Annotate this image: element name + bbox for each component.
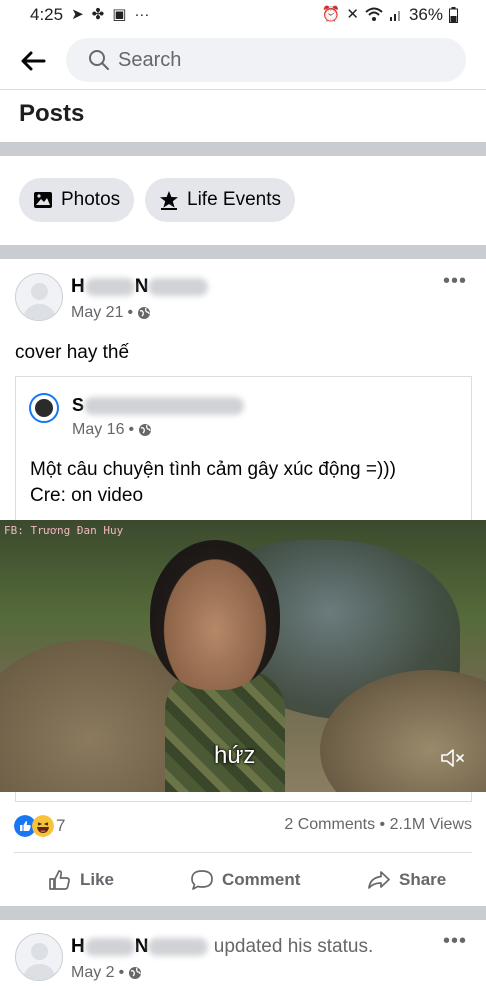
shared-post-text: Một câu chuyện tình cảm gây xúc động =))… <box>30 457 396 509</box>
post-meta: May 21 • <box>71 304 151 322</box>
shared-text-line: Một câu chuyện tình cảm gây xúc động =))… <box>30 459 396 480</box>
meta-separator: • <box>128 421 135 438</box>
section-divider <box>0 906 486 920</box>
wifi-icon <box>365 7 383 21</box>
comment-label: Comment <box>222 870 301 889</box>
next-post-date[interactable]: May 2 <box>71 964 115 982</box>
search-header: Search <box>0 34 486 88</box>
star-flag-icon <box>160 191 178 210</box>
reactions-bar: 7 2 Comments • 2.1M Views <box>0 812 486 842</box>
search-input[interactable]: Search <box>66 38 466 82</box>
alarm-icon: ⏰ <box>321 6 341 23</box>
signal-icon <box>389 11 400 21</box>
shared-page-name[interactable]: S <box>72 395 245 416</box>
post-more-options-icon[interactable]: ••• <box>443 930 467 953</box>
redacted-name <box>84 397 245 416</box>
header-divider <box>0 89 486 90</box>
post-filters: Photos Life Events <box>0 178 486 224</box>
redacted-name <box>84 937 135 956</box>
comment-bubble-icon <box>191 870 213 890</box>
search-placeholder: Search <box>118 49 182 71</box>
globe-icon <box>138 307 151 319</box>
filter-photos-label: Photos <box>61 189 121 210</box>
status-update-text: updated his status. <box>213 936 374 957</box>
post-caption: cover hay thế <box>15 342 130 363</box>
globe-icon <box>139 424 152 436</box>
next-post-header[interactable]: HN updated his status. <box>71 936 373 958</box>
like-label: Like <box>80 870 115 889</box>
avatar[interactable] <box>15 933 63 981</box>
battery-icon <box>449 7 458 23</box>
share-label: Share <box>399 870 447 889</box>
video-subtitle: hứz <box>214 742 256 769</box>
redacted-name <box>148 937 209 956</box>
engagement-stats: 2 Comments • 2.1M Views <box>284 816 472 834</box>
shared-post-meta: May 16 • <box>72 421 152 439</box>
avatar[interactable] <box>15 273 63 321</box>
post-more-options-icon[interactable]: ••• <box>443 270 467 293</box>
haha-reaction-icon[interactable] <box>32 815 54 837</box>
views-count: 2.1M Views <box>389 816 472 833</box>
video-frame-figure <box>150 540 280 690</box>
shared-post-date[interactable]: May 16 <box>72 421 124 439</box>
actions-divider <box>14 852 472 853</box>
section-divider <box>0 142 486 156</box>
page-avatar[interactable] <box>29 393 59 423</box>
search-icon <box>89 50 109 70</box>
video-player[interactable]: FB: Trương Đan Huy hứz <box>0 520 486 792</box>
telegram-icon: ➤ <box>71 6 84 23</box>
thumbs-up-icon <box>49 870 70 890</box>
share-arrow-icon <box>368 871 390 889</box>
stats-separator: • <box>379 816 386 833</box>
battery-percent: 36% <box>408 5 443 24</box>
redacted-name <box>148 277 209 296</box>
meta-separator: • <box>127 304 134 321</box>
reaction-count[interactable]: 7 <box>56 816 65 836</box>
photos-icon <box>34 192 52 208</box>
back-arrow-icon[interactable] <box>18 46 48 76</box>
more-notifications-icon: ··· <box>134 6 150 23</box>
post-actions: Like Comment Share <box>0 860 486 900</box>
globe-icon <box>129 967 142 979</box>
post-date[interactable]: May 21 <box>71 304 123 322</box>
like-button[interactable]: Like <box>48 868 114 892</box>
section-divider <box>0 245 486 259</box>
next-post-meta: May 2 • <box>71 964 142 982</box>
filter-life-events-button[interactable]: Life Events <box>145 178 295 222</box>
next-post-card: HN updated his status. May 2 • ••• <box>0 920 486 1000</box>
shared-text-line: Cre: on video <box>30 485 144 506</box>
meta-separator: • <box>118 964 125 981</box>
share-button[interactable]: Share <box>367 868 446 892</box>
post-author-name[interactable]: HN <box>71 276 209 298</box>
video-watermark: FB: Trương Đan Huy <box>4 524 124 537</box>
filter-life-events-label: Life Events <box>187 189 281 210</box>
clock: 4:25 <box>30 5 64 24</box>
page-title: Posts <box>19 100 85 127</box>
comments-count[interactable]: 2 Comments <box>284 816 375 833</box>
gallery-icon: ▣ <box>112 6 127 23</box>
mute-icon: ✕ <box>346 6 359 23</box>
filter-photos-button[interactable]: Photos <box>19 178 135 222</box>
app-notification-icon: ✤ <box>91 6 105 23</box>
comment-button[interactable]: Comment <box>190 868 300 892</box>
status-bar: 4:25 ➤ ✤ ▣ ··· ⏰ ✕ 36% <box>0 0 486 30</box>
redacted-name <box>84 277 135 296</box>
muted-speaker-icon[interactable] <box>440 746 466 770</box>
